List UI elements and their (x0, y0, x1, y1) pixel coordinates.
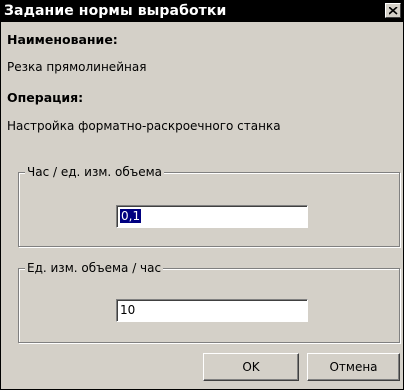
units-per-hour-legend: Ед. изм. объема / час (25, 261, 164, 275)
hours-per-unit-legend: Час / ед. изм. объема (25, 165, 165, 179)
units-per-hour-group: Ед. изм. объема / час 10 (18, 261, 400, 343)
cancel-button[interactable]: Отмена (307, 353, 400, 381)
dialog-title: Задание нормы выработки (4, 3, 227, 19)
hours-per-unit-input[interactable]: 0,1 (116, 205, 308, 228)
close-icon (389, 7, 398, 15)
name-label: Наименование: (7, 32, 118, 47)
dialog-titlebar[interactable]: Задание нормы выработки (1, 1, 403, 22)
hours-per-unit-value: 0,1 (120, 209, 142, 223)
dialog-window: Задание нормы выработки Наименование: Ре… (0, 0, 404, 390)
units-per-hour-input[interactable]: 10 (116, 299, 308, 322)
units-per-hour-value: 10 (120, 303, 136, 317)
operation-label: Операция: (7, 90, 84, 105)
ok-button[interactable]: OK (203, 353, 299, 381)
name-value: Резка прямолинейная (7, 60, 147, 74)
operation-value: Настройка форматно-раскроечного станка (7, 119, 281, 133)
hours-per-unit-group: Час / ед. изм. объема 0,1 (18, 165, 400, 247)
close-button[interactable] (385, 3, 401, 18)
